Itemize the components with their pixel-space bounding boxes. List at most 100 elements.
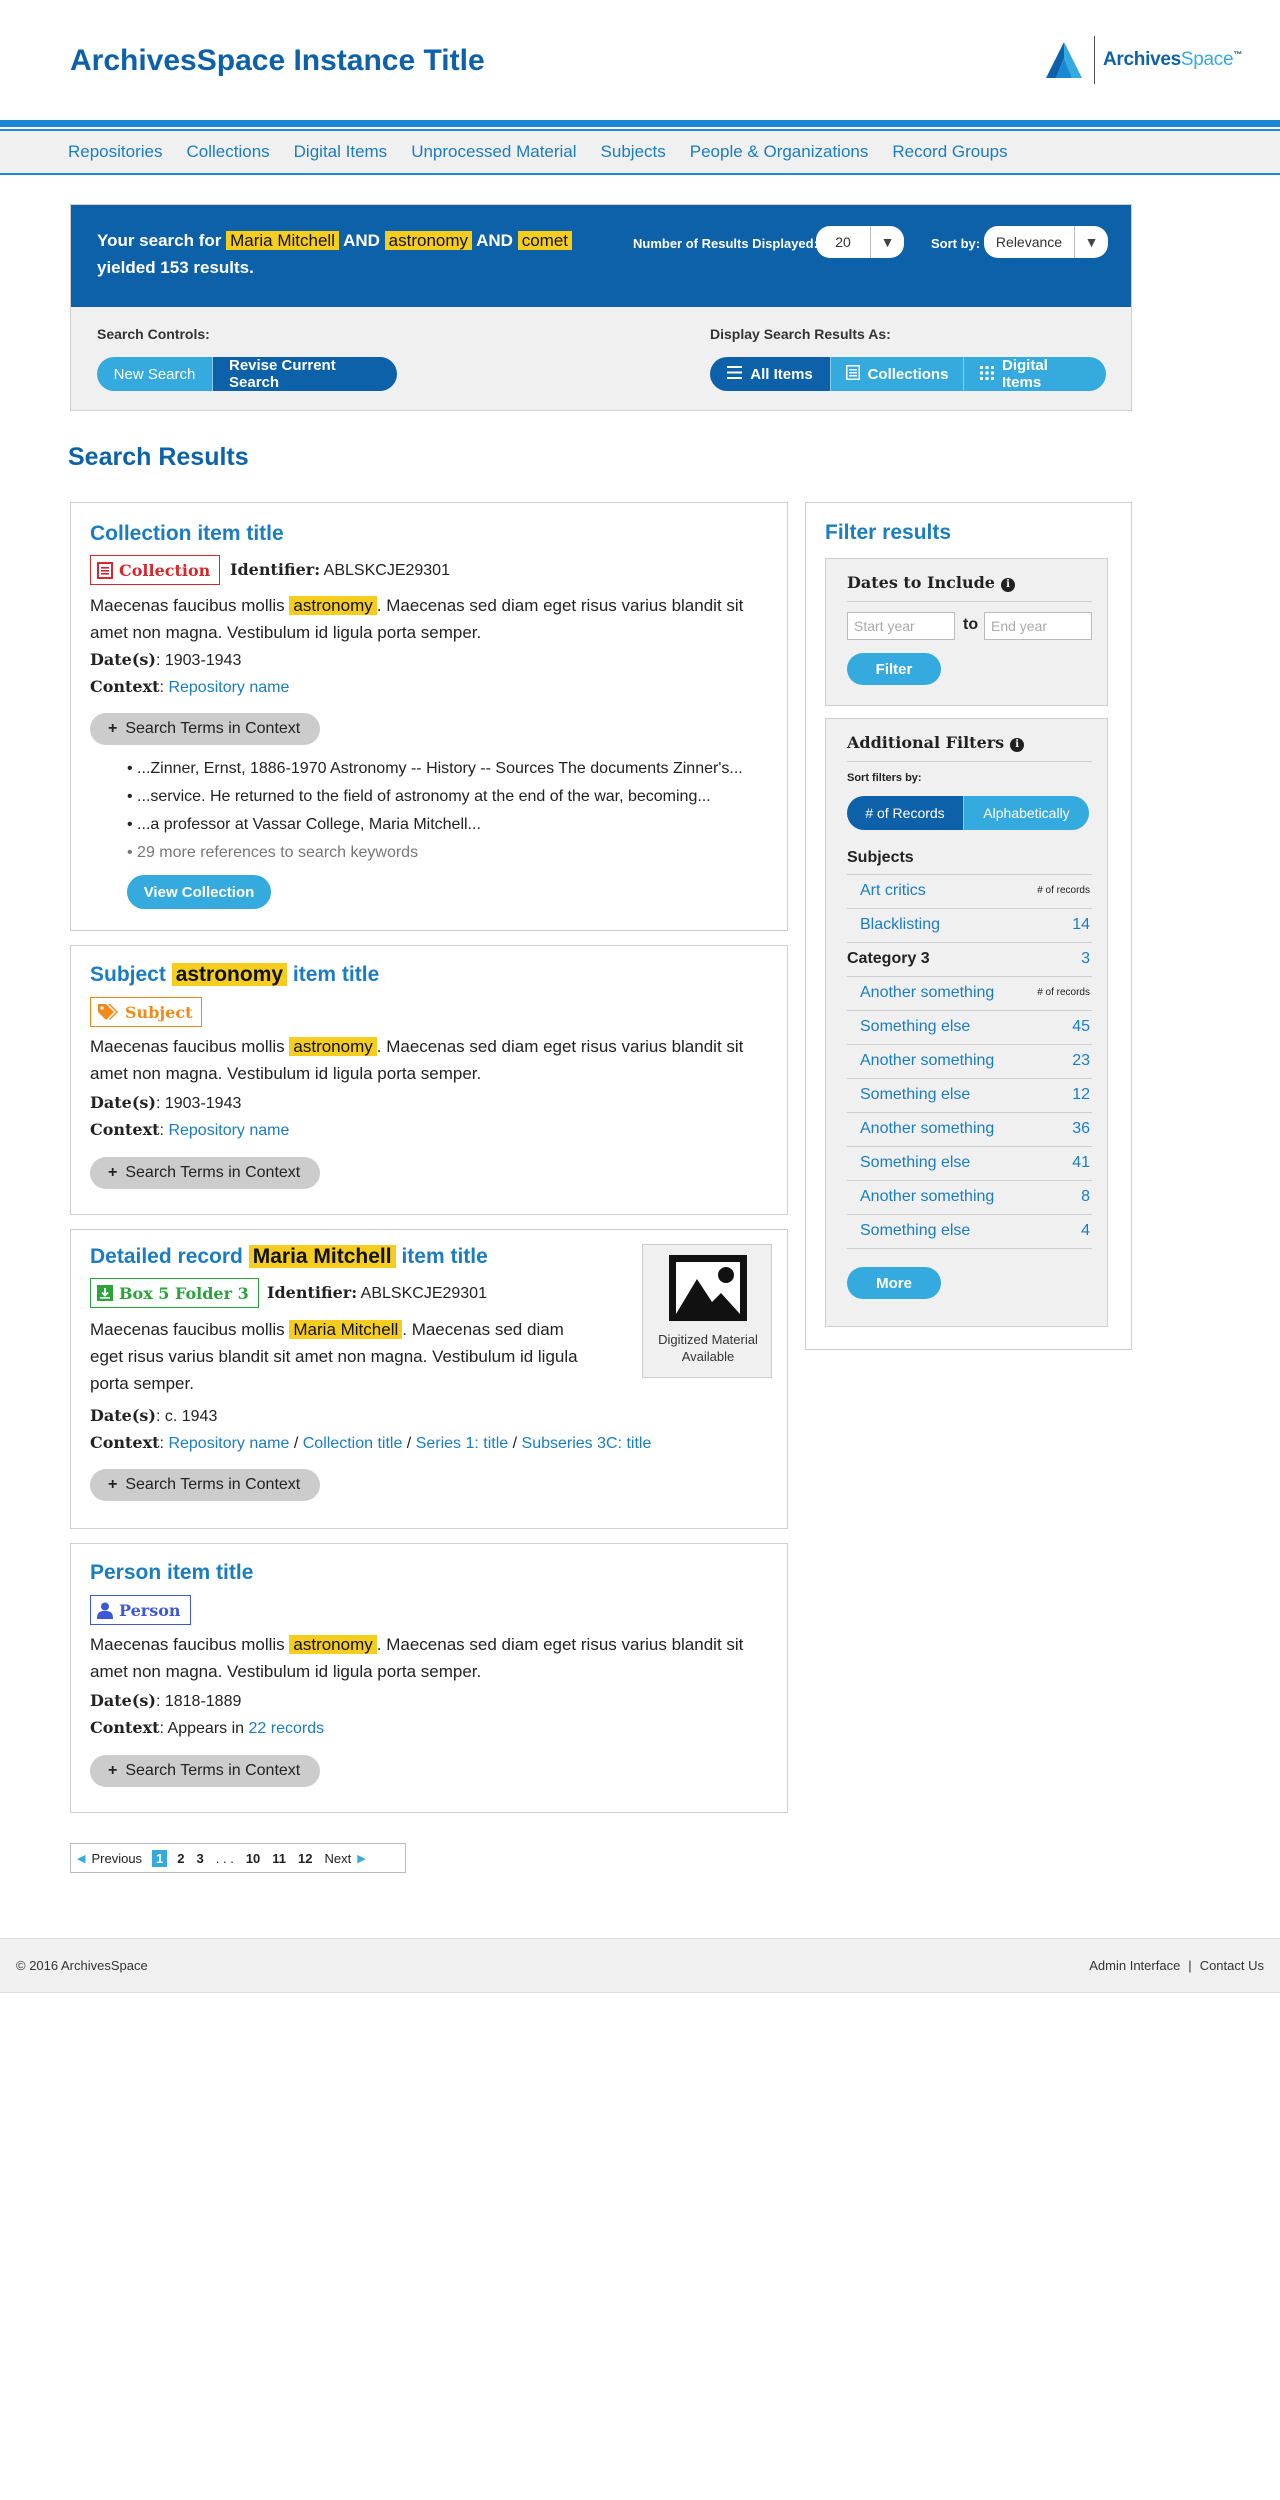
- nav-subjects[interactable]: Subjects: [601, 142, 666, 162]
- result-description: Maecenas faucibus mollis astronomy. Maec…: [90, 596, 744, 642]
- sort-by-select[interactable]: Relevance ▼: [984, 226, 1108, 258]
- plus-icon: +: [108, 720, 118, 737]
- info-icon[interactable]: i: [1000, 577, 1015, 592]
- facet-item[interactable]: Blacklisting 14: [847, 909, 1092, 943]
- facet-item[interactable]: Something else 12: [847, 1079, 1092, 1113]
- context-link-repository[interactable]: Repository name: [168, 1435, 289, 1452]
- archive-box-icon: [97, 1285, 113, 1301]
- keyword-highlight: Maria Mitchell: [289, 1320, 403, 1339]
- pagination-previous[interactable]: Previous: [91, 1851, 142, 1866]
- plus-icon: +: [108, 1762, 118, 1779]
- new-search-button[interactable]: New Search: [97, 357, 212, 391]
- context-snippet: ...Zinner, Ernst, 1886-1970 Astronomy --…: [127, 755, 743, 783]
- facet-item[interactable]: Another something 23: [847, 1045, 1092, 1079]
- contact-us-link[interactable]: Contact Us: [1200, 1958, 1264, 1973]
- result-title[interactable]: Collection item title: [90, 522, 284, 546]
- display-all-items-button[interactable]: All Items: [710, 357, 830, 391]
- chevron-down-icon: ▼: [1074, 226, 1108, 258]
- result-dates: Date(s): 1903-1943: [90, 1093, 242, 1112]
- pagination: ◀ Previous 1 2 3 . . . 10 11 12 Next ▶: [70, 1843, 406, 1873]
- display-results-label: Display Search Results As:: [710, 326, 891, 342]
- plus-icon: +: [108, 1164, 118, 1181]
- search-terms-in-context-button[interactable]: + Search Terms in Context: [90, 713, 321, 745]
- result-card-detailed-record: Detailed record Maria Mitchell item titl…: [70, 1229, 788, 1529]
- digitized-material-caption: Digitized Material Available: [658, 1332, 758, 1364]
- more-references-note: 29 more references to search keywords: [127, 839, 743, 867]
- nav-digital-items[interactable]: Digital Items: [294, 142, 388, 162]
- search-summary-header: Your search for Maria Mitchell AND astro…: [71, 205, 1131, 307]
- pagination-page[interactable]: 3: [197, 1851, 204, 1866]
- search-terms-in-context-button[interactable]: + Search Terms in Context: [90, 1469, 321, 1501]
- facet-item[interactable]: Something else 45: [847, 1011, 1092, 1045]
- search-terms-in-context-button[interactable]: + Search Terms in Context: [90, 1755, 321, 1787]
- context-link-subseries[interactable]: Subseries 3C: title: [522, 1435, 652, 1452]
- site-footer: © 2016 ArchivesSpace Admin Interface | Con…: [0, 1938, 1280, 1993]
- facet-category-3[interactable]: Category 33: [847, 943, 1092, 977]
- search-term-highlight: astronomy: [384, 231, 473, 250]
- context-link-collection[interactable]: Collection title: [303, 1435, 403, 1452]
- context-link-series[interactable]: Series 1: title: [416, 1435, 508, 1452]
- start-year-input[interactable]: Start year: [847, 612, 955, 640]
- result-card-subject: Subject astronomy item title Subject Mae…: [70, 945, 788, 1215]
- pagination-page[interactable]: 12: [298, 1851, 312, 1866]
- pagination-next[interactable]: Next: [325, 1851, 352, 1866]
- result-dates: Date(s): 1818-1889: [90, 1691, 242, 1710]
- num-results-select[interactable]: 20 ▼: [816, 226, 904, 258]
- facet-item[interactable]: Something else 4: [847, 1215, 1092, 1249]
- revise-search-button[interactable]: Revise Current Search: [212, 357, 397, 391]
- dates-filter-title: Dates to Include i: [847, 573, 1015, 592]
- info-icon[interactable]: i: [1010, 737, 1025, 752]
- image-icon: [669, 1255, 747, 1321]
- result-title[interactable]: Subject astronomy item title: [90, 963, 379, 987]
- person-icon: [97, 1602, 113, 1619]
- footer-copyright: © 2016 ArchivesSpace: [16, 1958, 148, 1973]
- nav-record-groups[interactable]: Record Groups: [892, 142, 1007, 162]
- facet-item[interactable]: Something else 41: [847, 1147, 1092, 1181]
- keyword-highlight: astronomy: [289, 1037, 377, 1056]
- facet-item[interactable]: Another something # of records: [847, 977, 1092, 1011]
- digitized-material-thumbnail[interactable]: Digitized Material Available: [642, 1244, 772, 1378]
- pagination-page[interactable]: 2: [177, 1851, 184, 1866]
- pagination-page-current[interactable]: 1: [152, 1849, 168, 1867]
- site-title[interactable]: ArchivesSpace Instance Title: [70, 44, 485, 78]
- result-dates: Date(s): c. 1943: [90, 1406, 218, 1425]
- filter-button[interactable]: Filter: [847, 653, 941, 685]
- record-identifier: Identifier: ABLSKCJE29301: [230, 560, 450, 579]
- nav-people-organizations[interactable]: People & Organizations: [690, 142, 869, 162]
- record-type-badge: Person: [90, 1595, 191, 1625]
- result-title[interactable]: Person item title: [90, 1561, 253, 1585]
- result-card-collection: Collection item title Collection Identif…: [70, 502, 788, 931]
- list-icon: [727, 366, 743, 382]
- nav-unprocessed-material[interactable]: Unprocessed Material: [411, 142, 576, 162]
- collection-icon: [97, 561, 113, 579]
- date-range-to-label: to: [963, 616, 979, 633]
- more-filters-button[interactable]: More: [847, 1267, 941, 1299]
- nav-collections[interactable]: Collections: [187, 142, 270, 162]
- display-collections-button[interactable]: Collections: [830, 357, 963, 391]
- pagination-page[interactable]: 10: [246, 1851, 260, 1866]
- result-title[interactable]: Detailed record Maria Mitchell item titl…: [90, 1245, 488, 1269]
- facet-item[interactable]: Another something 36: [847, 1113, 1092, 1147]
- search-terms-in-context-button[interactable]: + Search Terms in Context: [90, 1157, 321, 1189]
- sort-alphabetically-button[interactable]: Alphabetically: [963, 796, 1089, 830]
- main-navigation: Repositories Collections Digital Items U…: [0, 131, 1280, 175]
- context-link[interactable]: 22 records: [249, 1720, 325, 1737]
- logo-wordmark: ArchivesSpace™: [1103, 49, 1242, 70]
- end-year-input[interactable]: End year: [984, 612, 1092, 640]
- pagination-page[interactable]: 11: [272, 1851, 286, 1866]
- view-collection-button[interactable]: View Collection: [127, 875, 271, 909]
- nav-repositories[interactable]: Repositories: [68, 142, 163, 162]
- additional-filters-box: Additional Filters i Sort filters by: # o…: [825, 718, 1108, 1327]
- sort-by-records-button[interactable]: # of Records: [847, 796, 963, 830]
- context-snippet: ...service. He returned to the field of …: [127, 783, 743, 811]
- admin-interface-link[interactable]: Admin Interface: [1089, 1958, 1180, 1973]
- display-digital-items-button[interactable]: Digital Items: [963, 357, 1106, 391]
- context-link[interactable]: Repository name: [168, 679, 289, 696]
- result-card-person: Person item title Person Maecenas faucib…: [70, 1543, 788, 1813]
- facet-item[interactable]: Art critics # of records: [847, 875, 1092, 909]
- collection-icon: [845, 365, 860, 383]
- context-link[interactable]: Repository name: [168, 1122, 289, 1139]
- facet-item[interactable]: Another something 8: [847, 1181, 1092, 1215]
- result-dates: Date(s): 1903-1943: [90, 650, 242, 669]
- archivesspace-logo[interactable]: ArchivesSpace™: [1044, 36, 1242, 84]
